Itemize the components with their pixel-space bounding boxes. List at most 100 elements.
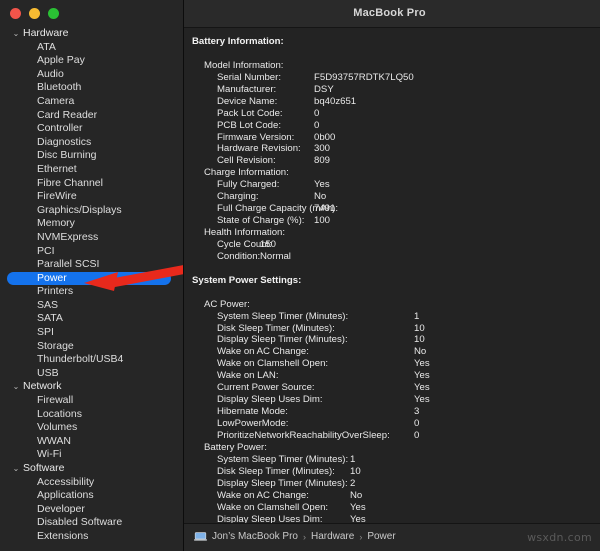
ac-power-row: Display Sleep Timer (Minutes): 10 (184, 334, 600, 346)
detail-label: Display Sleep Timer (Minutes): (217, 477, 348, 489)
minimize-button[interactable] (29, 8, 40, 19)
detail-label: Wake on AC Change: (217, 346, 309, 358)
detail-value: No (350, 489, 363, 501)
detail-label: Pack Lot Code: (217, 107, 283, 119)
sidebar-item-locations[interactable]: Locations (0, 408, 183, 422)
chevron-down-icon[interactable]: ⌄ (11, 462, 21, 476)
detail-value: 300 (314, 143, 331, 155)
detail-value: 0 (414, 429, 420, 441)
detail-label: Wake on AC Change: (217, 489, 309, 501)
health-information-heading: Health Information: (184, 227, 600, 239)
sidebar-item-sas[interactable]: SAS (0, 299, 183, 313)
detail-value: 2 (350, 477, 356, 489)
sidebar-item-label: Audio (37, 67, 64, 80)
sidebar-item-firewire[interactable]: FireWire (0, 190, 183, 204)
detail-label: PCB Lot Code: (217, 119, 281, 131)
detail-value: 10 (414, 334, 425, 346)
sidebar-item-volumes[interactable]: Volumes (0, 421, 183, 435)
sidebar-item-label: Firewall (37, 394, 74, 407)
sidebar-item-spi[interactable]: SPI (0, 326, 183, 340)
detail-value: 0 (414, 418, 420, 429)
detail-label: State of Charge (%): (217, 215, 305, 227)
sidebar-item-disabled-software[interactable]: Disabled Software (0, 516, 183, 530)
charge-information-heading: Charge Information: (184, 167, 600, 179)
sidebar-item-parallel-scsi[interactable]: Parallel SCSI (0, 258, 183, 272)
ac-power-row: Display Sleep Uses Dim: Yes (184, 394, 600, 406)
sidebar-item-firewall[interactable]: Firewall (0, 394, 183, 408)
sidebar-item-diagnostics[interactable]: Diagnostics (0, 136, 183, 150)
model-info-row: PCB Lot Code: 0 (184, 120, 600, 132)
sidebar-item-label: Fibre Channel (37, 176, 103, 189)
detail-value: 809 (314, 155, 331, 167)
sidebar-item-controller[interactable]: Controller (0, 122, 183, 136)
sidebar-item-label: Power (37, 271, 67, 284)
laptop-icon (194, 532, 207, 541)
sidebar-item-hardware[interactable]: ⌄ Hardware (0, 27, 183, 41)
sidebar-item-label: Thunderbolt/USB4 (37, 353, 124, 366)
sidebar-item-card-reader[interactable]: Card Reader (0, 109, 183, 123)
sidebar-item-power[interactable]: Power (0, 271, 183, 286)
sidebar-item-disc-burning[interactable]: Disc Burning (0, 149, 183, 163)
sidebar-item-wi-fi[interactable]: Wi-Fi (0, 448, 183, 462)
model-info-row: Pack Lot Code: 0 (184, 108, 600, 120)
sidebar-item-label: Apple Pay (37, 54, 85, 67)
sidebar-item-camera[interactable]: Camera (0, 95, 183, 109)
sidebar-item-extensions[interactable]: Extensions (0, 530, 183, 544)
sidebar-item-graphics-displays[interactable]: Graphics/Displays (0, 204, 183, 218)
sidebar-item-developer[interactable]: Developer (0, 503, 183, 517)
sidebar-item-label: Memory (37, 217, 75, 230)
sidebar-item-label: Bluetooth (37, 81, 82, 94)
sidebar-item-ethernet[interactable]: Ethernet (0, 163, 183, 177)
detail-label: Disk Sleep Timer (Minutes): (217, 465, 335, 477)
sidebar-item-label: Card Reader (37, 108, 98, 121)
battery-power-row: Wake on Clamshell Open: Yes (184, 502, 600, 514)
detail-label: Fully Charged: (217, 179, 280, 191)
model-info-row: Device Name: bq40z651 (184, 96, 600, 108)
sidebar-item-label: FireWire (37, 190, 77, 203)
sidebar-item-apple-pay[interactable]: Apple Pay (0, 54, 183, 68)
sidebar-item-applications[interactable]: Applications (0, 489, 183, 503)
charge-info-row: Fully Charged: Yes (184, 179, 600, 191)
sidebar-item-usb[interactable]: USB (0, 367, 183, 381)
detail-label: Wake on Clamshell Open: (217, 501, 329, 513)
sidebar-item-wwan[interactable]: WWAN (0, 435, 183, 449)
sidebar-item-storage[interactable]: Storage (0, 340, 183, 354)
sidebar-item-printers[interactable]: Printers (0, 285, 183, 299)
sidebar-item-pci[interactable]: PCI (0, 245, 183, 259)
sidebar-item-label: SPI (37, 326, 54, 339)
sidebar-item-label: Hardware (23, 27, 69, 39)
detail-label: Hardware Revision: (217, 143, 301, 155)
chevron-down-icon[interactable]: ⌄ (11, 380, 21, 394)
model-info-row: Cell Revision: 809 (184, 155, 600, 167)
sidebar-item-label: Volumes (37, 421, 78, 434)
sidebar-item-audio[interactable]: Audio (0, 68, 183, 82)
health-info-row: Condition: Normal (184, 251, 600, 263)
chevron-down-icon[interactable]: ⌄ (11, 27, 21, 41)
selection-highlight (7, 271, 171, 286)
sidebar-item-sata[interactable]: SATA (0, 312, 183, 326)
detail-value: 1 (414, 310, 420, 322)
section-heading: Health Information: (204, 227, 286, 238)
sidebar-item-software[interactable]: ⌄ Software (0, 462, 183, 476)
ac-power-row: System Sleep Timer (Minutes): 1 (184, 311, 600, 323)
sidebar-item-bluetooth[interactable]: Bluetooth (0, 81, 183, 95)
watermark: wsxdn.com (527, 531, 592, 544)
detail-label: Disk Sleep Timer (Minutes): (217, 322, 335, 334)
breadcrumb-device[interactable]: Jon’s MacBook Pro (212, 531, 298, 542)
breadcrumb-hardware[interactable]: Hardware (311, 531, 354, 542)
sidebar-item-memory[interactable]: Memory (0, 217, 183, 231)
sidebar-item-ata[interactable]: ATA (0, 41, 183, 55)
sidebar-item-network[interactable]: ⌄ Network (0, 380, 183, 394)
sidebar-item-nvmexpress[interactable]: NVMExpress (0, 231, 183, 245)
detail-value: No (414, 346, 427, 358)
sidebar-item-label: Locations (37, 407, 82, 420)
detail-value: bq40z651 (314, 95, 357, 107)
sidebar-item-thunderbolt-usb4[interactable]: Thunderbolt/USB4 (0, 353, 183, 367)
breadcrumb-power[interactable]: Power (367, 531, 395, 542)
maximize-button[interactable] (48, 8, 59, 19)
close-button[interactable] (10, 8, 21, 19)
detail-value: F5D93757RDTK7LQ50 (314, 71, 414, 83)
sidebar-item-accessibility[interactable]: Accessibility (0, 476, 183, 490)
sidebar-item-fibre-channel[interactable]: Fibre Channel (0, 177, 183, 191)
